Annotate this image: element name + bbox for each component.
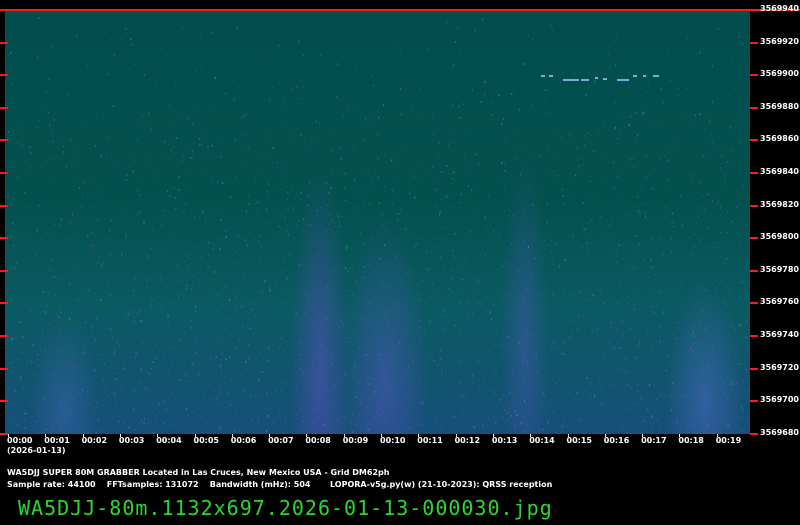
time-tick-label: 00:08 [305, 436, 331, 445]
time-tick-mark [716, 434, 718, 437]
freq-tick-mark-right [750, 432, 758, 435]
freq-tick-label: 3569880 [760, 101, 799, 111]
time-tick-label: 00:16 [603, 436, 630, 445]
time-tick-mark [343, 434, 345, 437]
image-filename: WA5DJJ-80m.1132x697.2026-01-13-000030.jp… [18, 496, 553, 520]
freq-tick-label: 3569740 [760, 330, 799, 339]
freq-tick-mark-right [750, 302, 758, 305]
freq-tick-mark-right [750, 335, 758, 337]
freq-tick-mark-right [750, 74, 758, 77]
qrss-signal-trace [541, 75, 659, 81]
top-marker-line [0, 9, 800, 11]
time-tick-label: 00:03 [118, 436, 145, 445]
freq-tick-mark-left [0, 400, 8, 403]
time-tick-label: 00:06 [230, 436, 257, 445]
freq-tick-mark-left [0, 302, 8, 305]
freq-tick-mark-left [0, 74, 8, 77]
time-tick-mark [455, 434, 457, 437]
freq-tick-label: 3569900 [760, 69, 799, 79]
time-tick-label: 00:12 [454, 436, 481, 445]
freq-tick-mark-left [0, 432, 8, 435]
time-tick-label: 00:04 [156, 436, 182, 445]
freq-tick-mark-right [750, 269, 758, 272]
time-tick-label: 00:10 [380, 436, 406, 445]
freq-tick-mark-right [750, 237, 758, 240]
station-info-line: WA5DJJ SUPER 80M GRABBER Located in Las … [7, 468, 390, 477]
freq-tick-mark-right [750, 139, 758, 142]
freq-tick-mark-right [750, 172, 758, 174]
time-tick-label: 00:09 [342, 436, 369, 445]
time-tick-label: 00:18 [678, 436, 704, 445]
freq-tick-label: 3569760 [760, 297, 799, 307]
time-tick-mark [194, 434, 196, 437]
time-tick-mark [82, 434, 84, 437]
time-tick-label: 00:02 [81, 436, 108, 445]
time-tick-mark [642, 434, 644, 437]
time-tick-label: 00:17 [641, 436, 667, 445]
freq-tick-label: 3569820 [760, 199, 799, 209]
freq-tick-mark-right [750, 204, 758, 207]
time-tick-label: 00:13 [491, 436, 518, 445]
time-tick-mark [119, 434, 121, 437]
freq-tick-label: 3569700 [760, 395, 799, 405]
time-tick-mark [679, 434, 681, 437]
freq-tick-label: 3569840 [760, 167, 799, 176]
time-tick-label: 00:01 [44, 436, 70, 445]
time-tick-mark [492, 434, 494, 437]
freq-tick-mark-left [0, 335, 8, 337]
time-tick-label: 00:15 [566, 436, 592, 445]
freq-tick-mark-left [0, 106, 8, 109]
freq-tick-mark-left [0, 41, 8, 44]
freq-tick-mark-left [0, 237, 8, 240]
freq-tick-mark-right [750, 41, 758, 44]
time-tick-label: 00:14 [529, 436, 555, 445]
freq-tick-mark-left [0, 367, 8, 370]
time-tick-mark [418, 434, 420, 437]
freq-tick-label: 3569800 [760, 232, 799, 242]
freq-tick-label: 3569680 [760, 427, 799, 437]
parameters-line: Sample rate: 44100 FFTsamples: 131072 Ba… [7, 480, 553, 489]
freq-tick-mark-left [0, 139, 8, 142]
time-tick-mark [381, 434, 382, 437]
freq-tick-mark-right [750, 106, 758, 109]
freq-tick-mark-left [0, 172, 8, 174]
time-tick-mark [306, 434, 308, 437]
time-tick-mark [269, 434, 271, 437]
date-label: (2026-01-13) [7, 446, 66, 455]
time-tick-label: 00:07 [268, 436, 294, 445]
freq-tick-mark-right [750, 367, 758, 370]
time-tick-mark [567, 434, 569, 437]
time-tick-label: 00:05 [193, 436, 219, 445]
time-tick-mark [157, 434, 159, 437]
freq-tick-label: 3569720 [760, 362, 799, 372]
freq-tick-label: 3569860 [760, 134, 799, 144]
freq-tick-label: 3569780 [760, 264, 799, 274]
time-tick-mark [530, 434, 532, 437]
time-tick-mark [8, 434, 9, 437]
time-tick-label: 00:19 [715, 436, 742, 445]
freq-tick-mark-left [0, 204, 8, 207]
time-tick-mark [604, 434, 606, 437]
freq-tick-mark-left [0, 269, 8, 272]
time-tick-mark [45, 434, 47, 437]
spectrogram-plot [5, 10, 750, 434]
time-tick-label: 00:00 [7, 436, 33, 445]
time-tick-label: 00:11 [417, 436, 443, 445]
freq-tick-label: 3569940 [760, 4, 799, 13]
freq-tick-label: 3569920 [760, 36, 799, 46]
time-tick-mark [231, 434, 233, 437]
freq-tick-mark-right [750, 400, 758, 403]
